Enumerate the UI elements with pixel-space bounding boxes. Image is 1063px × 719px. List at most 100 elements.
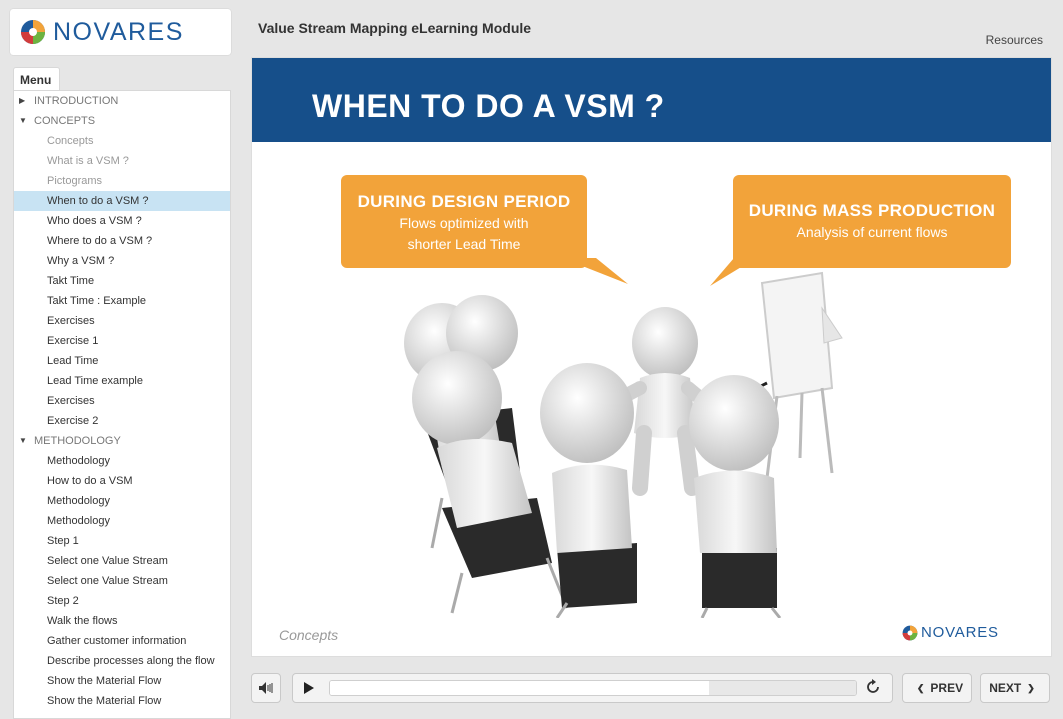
menu-item-label: What is a VSM ? xyxy=(47,155,129,167)
menu-item[interactable]: Methodology xyxy=(14,451,230,471)
menu-item-label: Describe processes along the flow xyxy=(47,655,215,667)
speaker-icon xyxy=(259,682,273,694)
menu-item-label: Step 1 xyxy=(47,535,79,547)
menu-item-label: Why a VSM ? xyxy=(47,255,115,267)
menu-item-label: Walk the flows xyxy=(47,615,118,627)
menu-item-label: Exercise 2 xyxy=(47,415,99,427)
menu-item[interactable]: Why a VSM ? xyxy=(14,251,230,271)
left-panel: NOVARES Menu ▶ INTRODUCTION ▼ CONCEPTS Conce… xyxy=(0,0,241,719)
progress-remaining xyxy=(708,681,856,695)
menu-item[interactable]: Gather customer information xyxy=(14,631,230,651)
prev-button[interactable]: ❮ PREV xyxy=(902,673,972,703)
bubble-mass-heading: DURING MASS PRODUCTION xyxy=(748,201,996,220)
menu-item-label: Lead Time xyxy=(47,355,99,367)
bubble-design-heading: DURING DESIGN PERIOD xyxy=(357,192,571,211)
next-button[interactable]: NEXT ❯ xyxy=(980,673,1050,703)
course-title: Value Stream Mapping eLearning Module xyxy=(258,20,532,36)
menu-item-label: How to do a VSM xyxy=(47,475,133,487)
menu-item-label: Step 2 xyxy=(47,595,79,607)
menu-item-label: METHODOLOGY xyxy=(34,435,121,447)
menu-item[interactable]: How to do a VSM xyxy=(14,471,230,491)
prev-label: PREV xyxy=(930,681,964,695)
menu-item-label: Select one Value Stream xyxy=(47,575,168,587)
slide-footer-logo: NOVARES xyxy=(902,624,999,641)
menu-item[interactable]: Methodology xyxy=(14,491,230,511)
menu-item[interactable]: Walk the flows xyxy=(14,611,230,631)
play-icon[interactable] xyxy=(303,682,315,694)
menu-item-label: Takt Time : Example xyxy=(47,295,147,307)
menu-item[interactable]: Exercises xyxy=(14,311,230,331)
menu-section[interactable]: ▼ METHODOLOGY xyxy=(14,431,230,451)
menu-section[interactable]: ▶ INTRODUCTION xyxy=(14,91,230,111)
menu-section[interactable]: ▼ CONCEPTS xyxy=(14,111,230,131)
menu-item[interactable]: Pictograms xyxy=(14,171,230,191)
slide-area: WHEN TO DO A VSM ? DURING DESIGN PERIOD … xyxy=(251,57,1052,657)
menu-item[interactable]: Select one Value Stream xyxy=(14,571,230,591)
menu-tab[interactable]: Menu xyxy=(13,67,60,91)
audience-figures xyxy=(404,295,782,618)
menu-item-label: Concepts xyxy=(47,135,94,147)
menu-item-label: Exercises xyxy=(47,315,95,327)
menu-item-label: Takt Time xyxy=(47,275,95,287)
menu-panel: ▶ INTRODUCTION ▼ CONCEPTS Concepts What is a … xyxy=(13,90,231,719)
menu-item-label: Who does a VSM ? xyxy=(47,215,142,227)
menu-item-label: Where to do a VSM ? xyxy=(47,235,153,247)
menu-item[interactable]: Takt Time xyxy=(14,271,230,291)
menu-item-label: Exercises xyxy=(47,395,95,407)
menu-item[interactable]: Exercise 2 xyxy=(14,411,230,431)
menu-item[interactable]: Exercises xyxy=(14,391,230,411)
novares-logo-icon xyxy=(21,20,45,44)
caret-right-icon: ▶ xyxy=(19,96,26,105)
menu-item-label: Show the Material Flow xyxy=(47,695,162,707)
novares-small-logo-icon xyxy=(902,625,918,640)
menu-item[interactable]: Select one Value Stream xyxy=(14,551,230,571)
menu-item[interactable]: Who does a VSM ? xyxy=(14,211,230,231)
menu-item-label: CONCEPTS xyxy=(34,115,96,127)
menu-item[interactable]: Exercise 1 xyxy=(14,331,230,351)
menu-item[interactable]: When to do a VSM ? xyxy=(14,191,230,211)
menu-item[interactable]: Takt Time : Example xyxy=(14,291,230,311)
menu-item-label: When to do a VSM ? xyxy=(47,195,149,207)
menu-item[interactable]: Show the Material Flow xyxy=(14,691,230,711)
caret-down-icon: ▼ xyxy=(19,436,27,445)
slide-section-label: Concepts xyxy=(279,627,339,643)
playback-bar xyxy=(292,673,893,703)
bubble-design-line1: Flows optimized with xyxy=(399,215,529,231)
footer-logo-text: NOVARES xyxy=(921,624,999,641)
menu-item-label: Exercise 1 xyxy=(47,335,99,347)
flipchart-icon xyxy=(760,271,843,479)
next-label: NEXT xyxy=(989,681,1022,695)
slide-title: WHEN TO DO A VSM ? xyxy=(312,88,665,124)
menu-item[interactable]: Lead Time example xyxy=(14,371,230,391)
menu-item-label: Select one Value Stream xyxy=(47,555,168,567)
menu-item-label: Methodology xyxy=(47,515,110,527)
menu-item[interactable]: What is a VSM ? xyxy=(14,151,230,171)
presenter-illustration xyxy=(404,271,843,618)
replay-icon[interactable] xyxy=(864,678,882,696)
brand-logo: NOVARES xyxy=(10,9,231,55)
menu-item[interactable]: Step 1 xyxy=(14,531,230,551)
menu-item[interactable]: Show the Material Flow xyxy=(14,671,230,691)
menu-item-label: Show the Material Flow xyxy=(47,675,162,687)
progress-fill xyxy=(330,681,709,695)
chevron-left-icon: ❮ xyxy=(916,682,925,693)
menu-item[interactable]: Describe processes along the flow xyxy=(14,651,230,671)
volume-button[interactable] xyxy=(251,673,281,703)
logo-text: NOVARES xyxy=(53,17,184,46)
menu-item-label: Pictograms xyxy=(47,175,103,187)
slide-banner: WHEN TO DO A VSM ? xyxy=(252,58,1051,142)
resources-link[interactable]: Resources xyxy=(986,33,1043,47)
menu-item[interactable]: Where to do a VSM ? xyxy=(14,231,230,251)
menu-item[interactable]: Methodology xyxy=(14,511,230,531)
chevron-right-icon: ❯ xyxy=(1027,682,1035,693)
bubble-mass-line1: Analysis of current flows xyxy=(796,224,948,240)
menu-item[interactable]: Lead Time xyxy=(14,351,230,371)
menu-item-label: Gather customer information xyxy=(47,635,187,647)
progress-bar[interactable] xyxy=(329,680,857,696)
menu-item-label: Methodology xyxy=(47,495,110,507)
caret-down-icon: ▼ xyxy=(19,116,27,125)
menu-item-label: Methodology xyxy=(47,455,110,467)
menu-item[interactable]: Step 2 xyxy=(14,591,230,611)
menu-item[interactable]: Concepts xyxy=(14,131,230,151)
menu-item-label: Lead Time example xyxy=(47,375,143,387)
